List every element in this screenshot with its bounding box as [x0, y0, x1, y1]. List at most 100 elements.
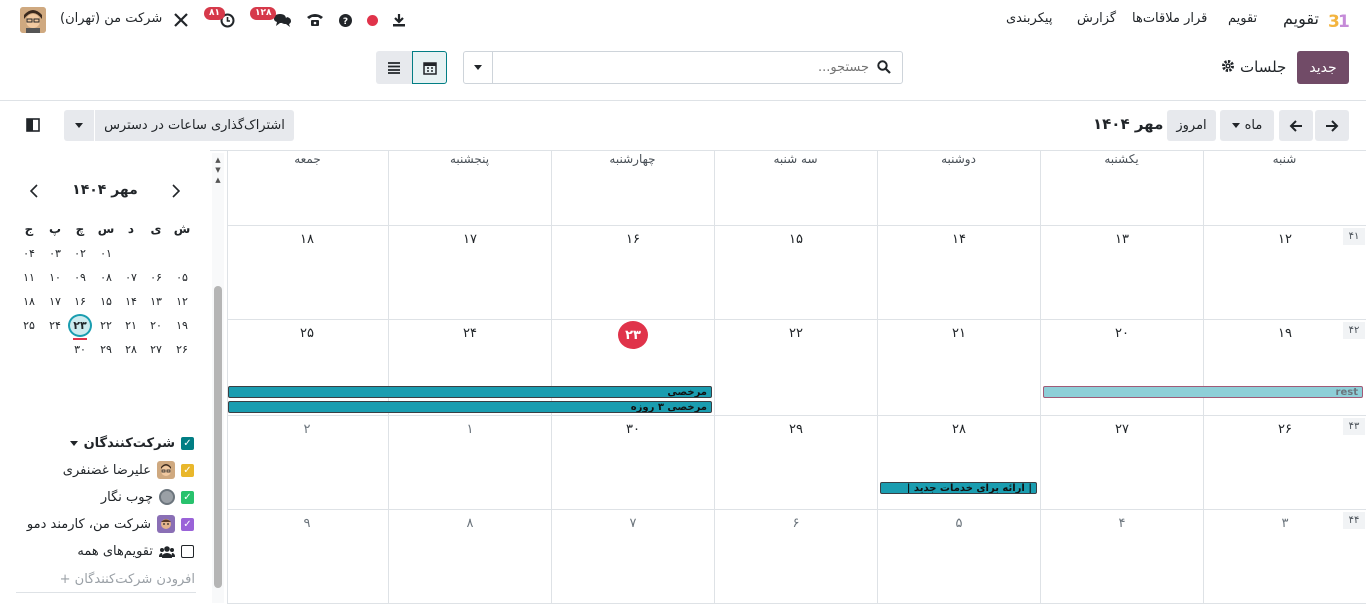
gear-icon[interactable] [1220, 58, 1236, 74]
minical-day[interactable]: ۱۳ [144, 295, 168, 308]
search-options-toggle[interactable] [463, 51, 493, 84]
minical-day[interactable]: ۱۴ [119, 295, 143, 308]
download-icon[interactable] [390, 11, 408, 29]
next-period-button[interactable] [1315, 110, 1349, 141]
menu-calendar[interactable]: تقویم [1228, 11, 1257, 26]
day-number[interactable]: ۱۶ [618, 232, 648, 247]
minical-day[interactable]: ۱۹ [170, 319, 194, 332]
day-number[interactable]: ۷ [618, 516, 648, 531]
day-number[interactable]: ۸ [455, 516, 485, 531]
minical-day[interactable]: ۰۵ [170, 271, 194, 284]
day-number[interactable]: ۳ [1270, 516, 1300, 531]
minical-day[interactable]: ۲۷ [144, 343, 168, 356]
day-number[interactable]: ۲۰ [1107, 326, 1137, 341]
minical-day[interactable]: ۰۳ [43, 247, 67, 260]
day-number[interactable]: ۲۴ [455, 326, 485, 341]
scroll-up-arrows[interactable]: ▲ ▼ ▲ [214, 155, 222, 185]
day-number[interactable]: ۲۹ [781, 422, 811, 437]
minical-day[interactable]: ۲۱ [119, 319, 143, 332]
attendee-row[interactable]: ✓ علیرضا غضنفری [63, 460, 194, 480]
today-button[interactable]: امروز [1167, 110, 1216, 141]
minical-prev-icon[interactable] [168, 182, 184, 200]
app-name[interactable]: تقویم [1283, 9, 1319, 28]
attendee-checkbox[interactable] [181, 544, 194, 558]
minical-day[interactable]: ۰۲ [68, 247, 92, 260]
minical-day[interactable]: ۰۱ [94, 247, 118, 260]
menu-appointments[interactable]: قرار ملاقات‌ها [1132, 11, 1207, 26]
minical-day[interactable]: ۲۶ [170, 343, 194, 356]
minical-today[interactable]: ۲۳ [68, 314, 92, 337]
day-number[interactable]: ۲۷ [1107, 422, 1137, 437]
attendee-checkbox[interactable]: ✓ [181, 490, 194, 504]
day-number[interactable]: ۲۶ [1270, 422, 1300, 437]
prev-period-button[interactable] [1279, 110, 1313, 141]
attendee-row[interactable]: ✓ چوب نگار [101, 487, 194, 507]
calendar-view-button[interactable] [412, 51, 447, 84]
day-number[interactable]: ۲۸ [944, 422, 974, 437]
company-switcher[interactable]: شرکت من (تهران) [60, 11, 162, 26]
attendee-checkbox[interactable]: ✓ [181, 463, 194, 477]
record-indicator-icon[interactable] [364, 12, 380, 28]
search-icon[interactable] [875, 58, 893, 76]
minical-day[interactable]: ۱۰ [43, 271, 67, 284]
attendees-all-checkbox[interactable]: ✓ [181, 436, 194, 450]
day-number[interactable]: ۲۲ [781, 326, 811, 341]
day-number[interactable]: ۱۴ [944, 232, 974, 247]
minical-day[interactable]: ۰۴ [17, 247, 41, 260]
breadcrumb-meetings[interactable]: جلسات [1240, 58, 1286, 76]
help-icon[interactable]: ? [337, 12, 353, 28]
day-number[interactable]: ۵ [944, 516, 974, 531]
phone-icon[interactable] [305, 11, 325, 29]
minical-day[interactable]: ۲۰ [144, 319, 168, 332]
share-availability-button[interactable]: اشتراک‌گذاری ساعات در دسترس [95, 110, 294, 141]
attendee-row[interactable]: تقویم‌های همه [77, 541, 194, 561]
grid-scrollbar[interactable]: ▲ ▼ ▲ [212, 153, 224, 603]
share-dropdown-toggle[interactable] [64, 110, 94, 141]
minical-next-icon[interactable] [26, 182, 42, 200]
event-leave-3-days[interactable]: مرخصی ۳ روزه [228, 401, 712, 413]
minical-day[interactable]: ۲۲ [94, 319, 118, 332]
event-leave[interactable]: مرخصی [228, 386, 712, 398]
day-number[interactable]: ۱۷ [455, 232, 485, 247]
list-view-button[interactable] [376, 51, 412, 84]
day-number[interactable]: ۴ [1107, 516, 1137, 531]
sidebar-toggle-icon[interactable] [25, 117, 41, 133]
event-new-services-presentation[interactable]: | ارائه برای خدمات جدید | [880, 482, 1037, 494]
minical-day[interactable]: ۰۹ [68, 271, 92, 284]
minical-day[interactable]: ۰۸ [94, 271, 118, 284]
day-number[interactable]: ۲۵ [292, 326, 322, 341]
day-number[interactable]: ۲ [292, 422, 322, 437]
day-number[interactable]: ۳۰ [618, 422, 648, 437]
today-day-number[interactable]: ۲۳ [618, 321, 648, 349]
new-button[interactable]: جدید [1297, 51, 1349, 84]
day-number[interactable]: ۲۱ [944, 326, 974, 341]
attendee-row[interactable]: ✓ شرکت من، کارمند دمو [27, 514, 194, 534]
minical-day[interactable]: ۲۵ [17, 319, 41, 332]
minical-day[interactable]: ۲۹ [94, 343, 118, 356]
menu-configuration[interactable]: پیکربندی [1006, 11, 1052, 26]
minical-day[interactable]: ۱۷ [43, 295, 67, 308]
day-number[interactable]: ۱۲ [1270, 232, 1300, 247]
scale-dropdown[interactable]: ماه [1220, 110, 1274, 141]
day-number[interactable]: ۱۵ [781, 232, 811, 247]
tools-icon[interactable] [172, 11, 190, 29]
day-number[interactable]: ۹ [292, 516, 322, 531]
day-number[interactable]: ۱۳ [1107, 232, 1137, 247]
minical-day[interactable]: ۰۷ [119, 271, 143, 284]
attendee-checkbox[interactable]: ✓ [181, 517, 194, 531]
minical-day[interactable]: ۲۸ [119, 343, 143, 356]
event-rest[interactable]: rest [1043, 386, 1363, 398]
calendar-app-logo-icon[interactable]: 31 [1325, 8, 1351, 32]
day-number[interactable]: ۱ [455, 422, 485, 437]
minical-day[interactable]: ۱۶ [68, 295, 92, 308]
day-number[interactable]: ۶ [781, 516, 811, 531]
minical-day[interactable]: ۱۵ [94, 295, 118, 308]
menu-reporting[interactable]: گزارش [1077, 11, 1116, 26]
search-input[interactable] [497, 55, 869, 80]
user-avatar[interactable] [20, 7, 46, 33]
attendees-section-header[interactable]: ✓ شرکت‌کنندگان [69, 433, 194, 453]
minical-day[interactable]: ۱۸ [17, 295, 41, 308]
minical-day[interactable]: ۳۰ [68, 343, 92, 356]
minical-day[interactable]: ۰۶ [144, 271, 168, 284]
scrollbar-thumb[interactable] [214, 286, 222, 588]
